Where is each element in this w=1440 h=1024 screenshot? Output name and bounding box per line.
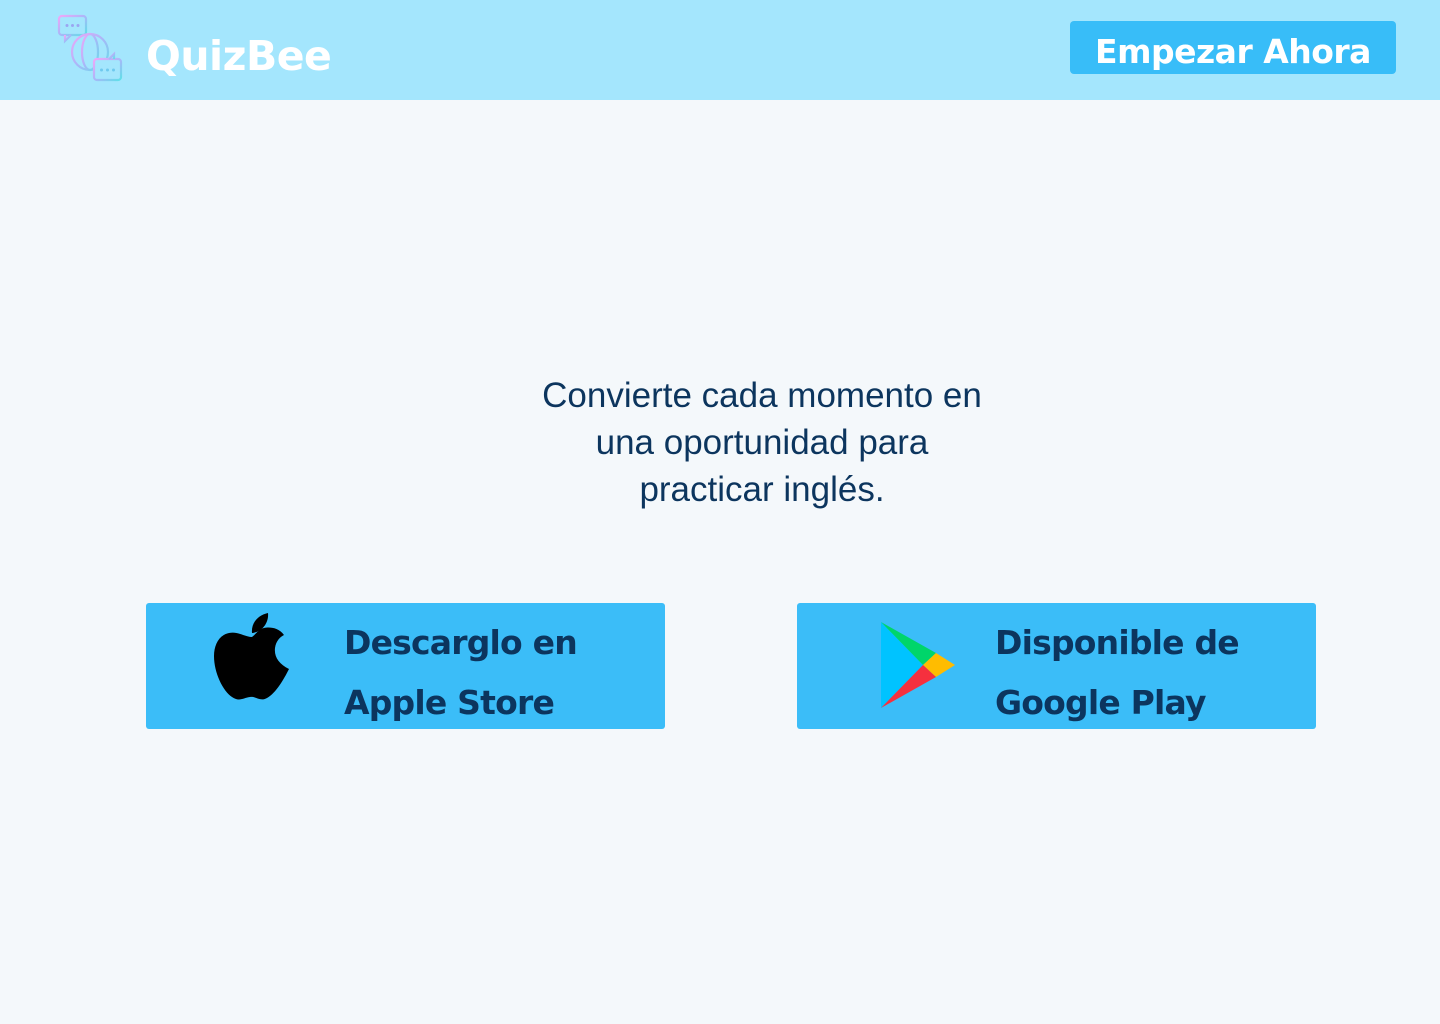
apple-store-label-line1: Descarglo en <box>344 623 578 662</box>
apple-store-label: Descarglo en Apple Store <box>344 613 578 733</box>
apple-store-label-line2: Apple Store <box>344 683 555 722</box>
top-nav: QuizBee Empezar Ahora <box>0 0 1440 100</box>
apple-icon <box>214 613 292 705</box>
apple-store-button[interactable]: Descarglo en Apple Store <box>146 603 665 729</box>
google-play-label: Disponible de Google Play <box>995 613 1240 733</box>
tagline-line: Convierte cada momento en <box>542 376 982 415</box>
hero-tagline: Convierte cada momento en una oportunida… <box>470 372 1054 513</box>
google-play-label-line1: Disponible de <box>995 623 1240 662</box>
tagline-line: practicar inglés. <box>639 470 885 509</box>
google-play-button[interactable]: Disponible de Google Play <box>797 603 1316 729</box>
tagline-line: una oportunidad para <box>595 423 929 462</box>
google-play-label-line2: Google Play <box>995 683 1207 722</box>
brand-name[interactable]: QuizBee <box>146 28 332 84</box>
globe-chat-icon[interactable] <box>56 14 124 84</box>
start-now-button[interactable]: Empezar Ahora <box>1070 21 1396 74</box>
google-play-icon <box>879 622 955 708</box>
